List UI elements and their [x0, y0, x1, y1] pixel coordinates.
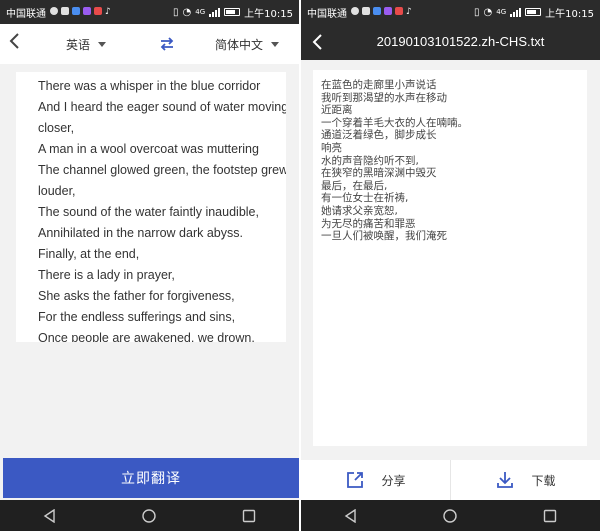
wifi-icon: ◔ — [182, 6, 192, 18]
status-bar: 中国联通 ♪ ▯ ◔ 4G 上午10:15 — [0, 0, 299, 24]
result-text-line: 我听到那渴望的水声在移动 — [321, 91, 447, 104]
source-text-line: For the endless sufferings and sins, — [38, 310, 236, 324]
tiktok-icon: ♪ — [406, 7, 412, 17]
notification-icons: ♪ — [50, 7, 111, 17]
file-name-title: 20190103101522.zh-CHS.txt — [376, 34, 545, 49]
result-text-line: 在蓝色的走廊里小声说话 — [321, 79, 437, 91]
source-text-line: There is a lady in prayer, — [38, 268, 175, 282]
carrier-label: 中国联通 — [6, 8, 46, 20]
battery-icon — [525, 8, 542, 16]
source-text-line: Finally, at the end, — [38, 247, 140, 261]
result-text-line: 她请求父亲宽恕, — [321, 204, 398, 217]
chevron-down-icon — [98, 41, 107, 47]
download-icon — [497, 472, 514, 488]
network-label: 4G — [496, 8, 507, 16]
nav-back-icon[interactable] — [38, 504, 62, 528]
notification-icons: ♪ — [351, 7, 412, 17]
target-language-select[interactable]: 简体中文 — [215, 24, 280, 64]
nav-home-icon[interactable] — [137, 504, 161, 528]
chevron-down-icon — [271, 41, 280, 47]
source-text-line: A man in a wool overcoat was muttering — [38, 142, 259, 156]
music-icon — [395, 7, 403, 15]
music-icon — [94, 7, 102, 15]
target-language-label: 简体中文 — [215, 37, 264, 52]
nav-recents-icon[interactable] — [538, 504, 562, 528]
result-text-line: 一个穿着羊毛大衣的人在喃喃。 — [321, 116, 468, 129]
wechat-icon — [351, 7, 359, 15]
source-text-line: Once people are awakened, we drown. — [38, 331, 255, 342]
source-text-line: louder, — [38, 184, 76, 198]
result-text-line: 近距离 — [321, 104, 353, 117]
source-text-line: The sound of the water faintly inaudible… — [38, 205, 259, 219]
language-bar: 英语 简体中文 — [0, 24, 299, 64]
share-button[interactable]: 分享 — [301, 460, 450, 500]
network-label: 4G — [195, 8, 206, 16]
source-text-area[interactable]: There was a whisper in the blue corridor… — [16, 72, 286, 342]
result-text-lines: 在蓝色的走廊里小声说话 我听到那渴望的水声在移动 近距离 一个穿着羊毛大衣的人在喃喃。… — [313, 70, 587, 243]
clock: 上午10:15 — [545, 8, 594, 20]
signal-icon — [209, 7, 221, 17]
battery-icon — [224, 8, 241, 16]
result-text-line: 一旦人们被唤醒，我们淹死 — [321, 230, 447, 243]
source-text-line: There was a whisper in the blue corridor — [38, 79, 261, 93]
action-bar: 分享 下载 — [301, 460, 600, 500]
source-language-select[interactable]: 英语 — [66, 24, 107, 64]
status-right: ▯ ◔ 4G 上午10:15 — [173, 5, 293, 20]
share-icon — [347, 472, 364, 488]
status-right: ▯ ◔ 4G 上午10:15 — [474, 5, 594, 20]
result-text-line: 为无尽的痛苦和罪恶 — [321, 217, 416, 230]
swap-arrows-icon[interactable] — [158, 35, 176, 53]
share-label: 分享 — [381, 473, 406, 488]
result-text-line: 在狭窄的黑暗深渊中毁灭 — [321, 167, 437, 180]
result-text-line: 有一位女士在祈祷, — [321, 192, 409, 205]
source-text-lines: There was a whisper in the blue corridor… — [16, 72, 286, 342]
navigation-bar — [0, 500, 299, 531]
download-label: 下载 — [531, 473, 556, 488]
video-icon — [61, 7, 69, 15]
translation-result-area: 在蓝色的走廊里小声说话 我听到那渴望的水声在移动 近距离 一个穿着羊毛大衣的人在喃喃。… — [313, 70, 587, 446]
result-text-line: 通道泛着绿色，脚步成长 — [321, 129, 437, 142]
clock: 上午10:15 — [244, 8, 293, 20]
tiktok-icon: ♪ — [105, 7, 111, 17]
result-screen: 中国联通 ♪ ▯ ◔ 4G 上午10:15 20190103101522.zh-… — [301, 0, 600, 531]
nav-back-icon[interactable] — [339, 504, 363, 528]
browser-icon — [373, 7, 381, 15]
nav-home-icon[interactable] — [438, 504, 462, 528]
result-text-line: 响亮 — [321, 141, 342, 154]
video-icon — [362, 7, 370, 15]
wifi-icon: ◔ — [483, 6, 493, 18]
navigation-bar — [301, 500, 600, 531]
wechat-icon — [50, 7, 58, 15]
message-icon — [83, 7, 91, 15]
carrier-label: 中国联通 — [307, 8, 347, 20]
vibrate-icon: ▯ — [173, 6, 179, 18]
source-text-line: Annihilated in the narrow dark abyss. — [38, 226, 243, 240]
download-button[interactable]: 下载 — [450, 460, 600, 500]
source-text-line: closer, — [38, 121, 75, 135]
status-bar: 中国联通 ♪ ▯ ◔ 4G 上午10:15 — [301, 0, 600, 24]
nav-recents-icon[interactable] — [237, 504, 261, 528]
source-text-line: And I heard the eager sound of water mov… — [38, 100, 286, 114]
message-icon — [384, 7, 392, 15]
vibrate-icon: ▯ — [474, 6, 480, 18]
file-header: 20190103101522.zh-CHS.txt — [301, 24, 600, 60]
result-text-line: 水的声音隐约听不到, — [321, 154, 419, 167]
source-language-label: 英语 — [66, 37, 91, 52]
source-text-line: The channel glowed green, the footstep g… — [38, 163, 286, 177]
result-text-line: 最后，在最后, — [321, 179, 388, 192]
translate-now-button[interactable]: 立即翻译 — [3, 458, 299, 498]
translator-screen: 中国联通 ♪ ▯ ◔ 4G 上午10:15 英语 简体中文 There was … — [0, 0, 299, 531]
browser-icon — [72, 7, 80, 15]
chevron-left-icon[interactable] — [0, 24, 28, 64]
source-text-line: She asks the father for forgiveness, — [38, 289, 235, 303]
signal-icon — [510, 7, 522, 17]
